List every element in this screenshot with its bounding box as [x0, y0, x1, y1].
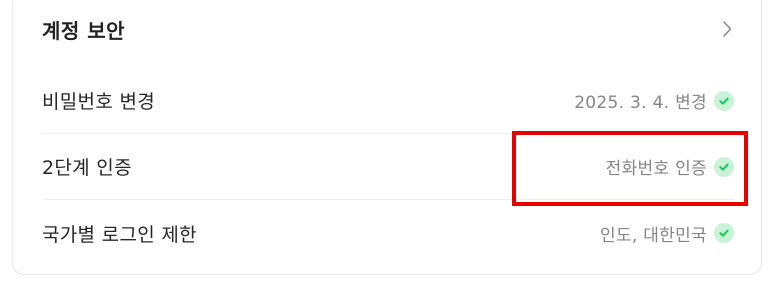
row-label: 비밀번호 변경 [42, 91, 156, 113]
row-label: 2단계 인증 [42, 157, 132, 179]
check-circle-icon [714, 90, 734, 111]
section-title: 계정 보안 [42, 18, 126, 43]
row-status-group: 2025. 3. 4. 변경 [574, 88, 734, 113]
password-change-row[interactable]: 비밀번호 변경 2025. 3. 4. 변경 [42, 68, 734, 134]
two-factor-auth-row[interactable]: 2단계 인증 전화번호 인증 [42, 134, 734, 200]
row-status-group: 인도, 대한민국 [600, 221, 734, 246]
account-security-header[interactable]: 계정 보안 [13, 1, 763, 57]
row-label: 국가별 로그인 제한 [42, 223, 197, 246]
row-status: 전화번호 인증 [605, 159, 707, 179]
row-status: 인도, 대한민국 [599, 225, 707, 246]
chevron-right-icon[interactable] [719, 21, 735, 37]
row-status: 2025. 3. 4. 변경 [574, 93, 707, 113]
check-circle-icon [714, 223, 734, 243]
check-circle-icon [714, 156, 734, 177]
account-security-card: 계정 보안 비밀번호 변경 2025. 3. 4. 변경 2단계 인증 전화번호… [12, 0, 762, 275]
country-login-restriction-row[interactable]: 국가별 로그인 제한 인도, 대한민국 [42, 200, 734, 266]
row-status-group: 전화번호 인증 [606, 154, 734, 179]
